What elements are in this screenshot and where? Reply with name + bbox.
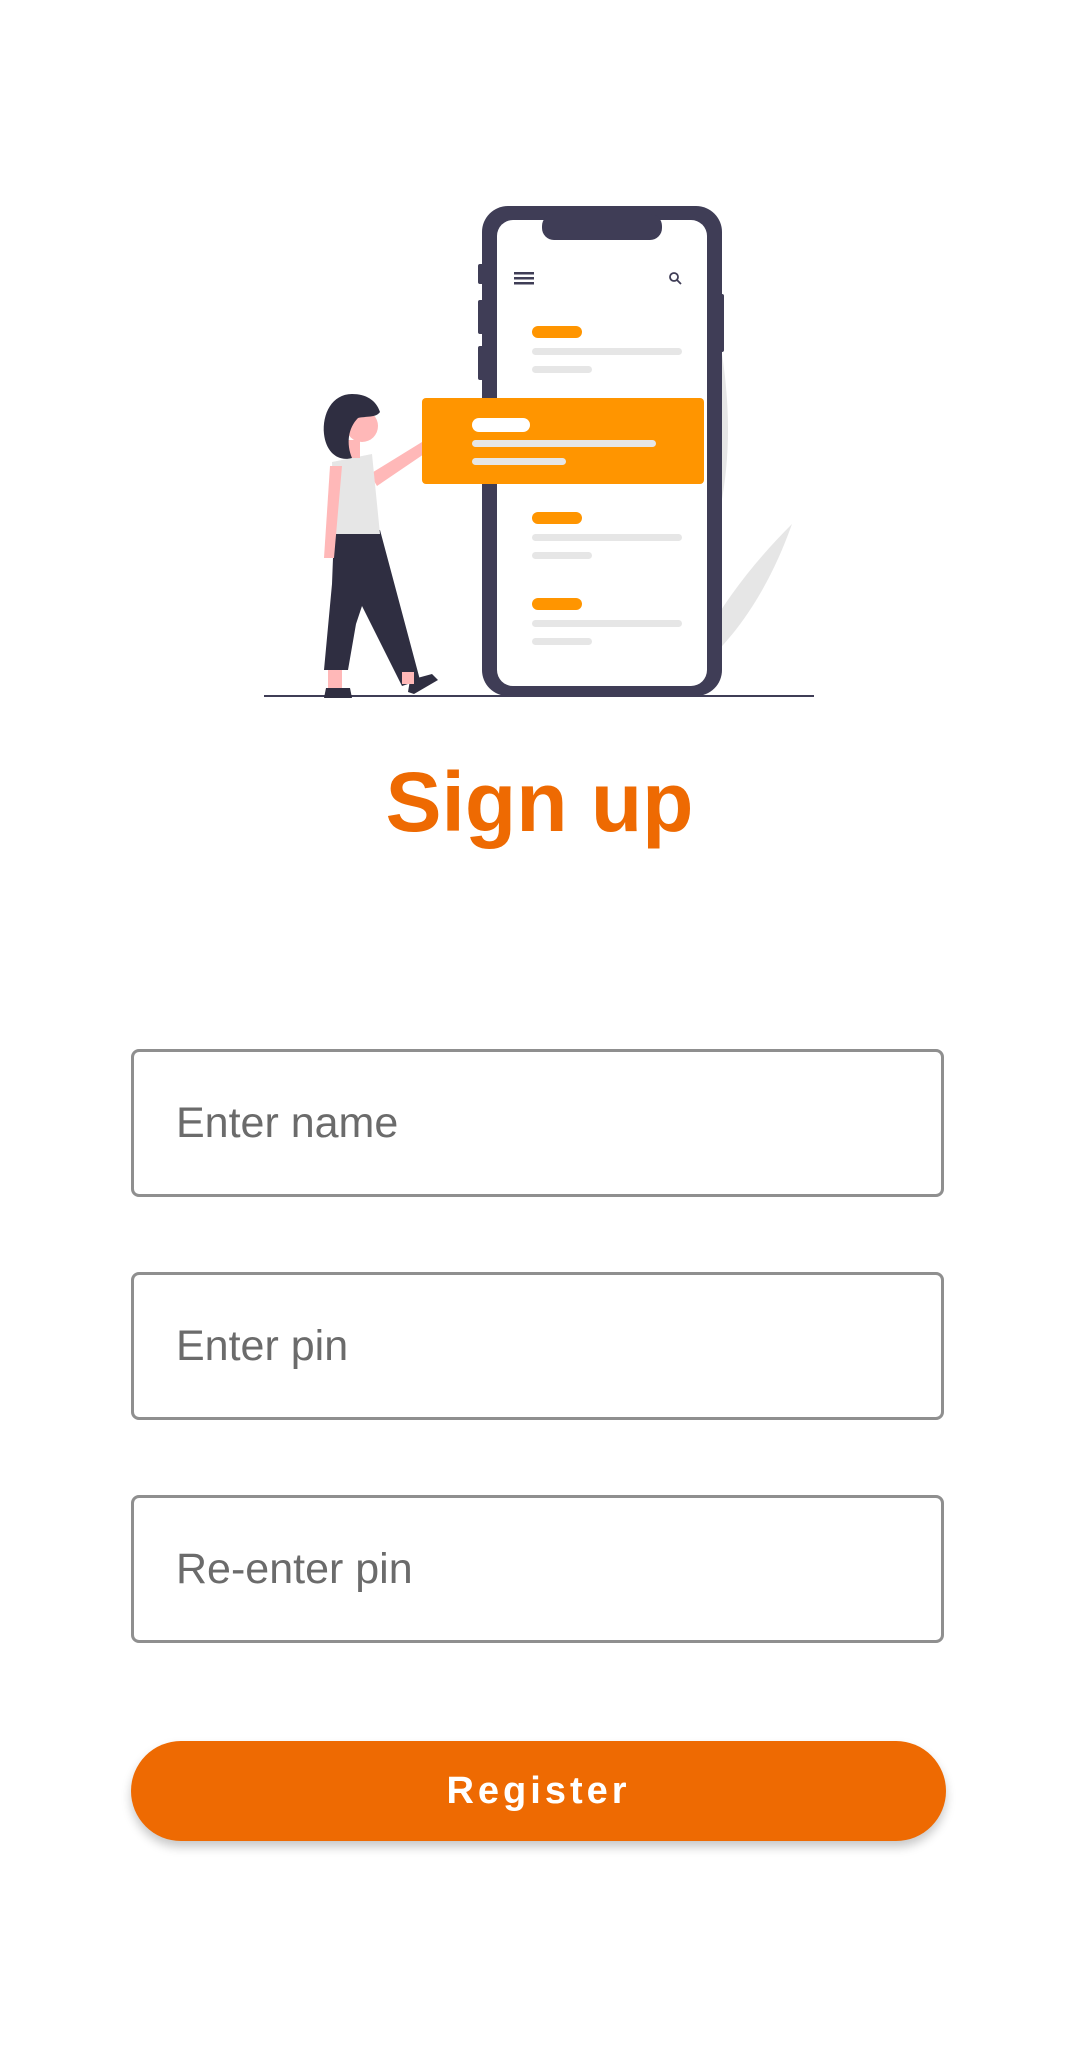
confirm-pin-input[interactable] (131, 1495, 944, 1643)
pin-input[interactable] (131, 1272, 944, 1420)
page-title: Sign up (385, 755, 694, 849)
register-button[interactable]: Register (131, 1741, 946, 1841)
person-with-phone-illustration (264, 206, 814, 698)
signup-screen: Sign up Register (0, 0, 1079, 2057)
name-input[interactable] (131, 1049, 944, 1197)
